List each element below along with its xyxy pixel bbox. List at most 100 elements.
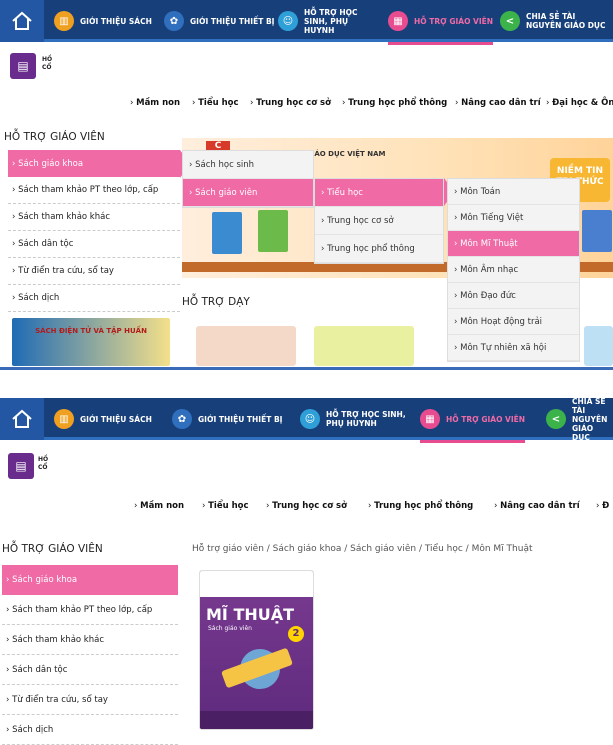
logo-bar: ▤ HỒ CỔ [0, 45, 613, 85]
ad-banner[interactable]: SÁCH ĐIỆN TỬ VÀ TẬP HUẤN [12, 318, 170, 366]
flyout-menu-2: › Tiểu học › Trung học cơ sở › Trung học… [314, 178, 444, 264]
book-cover[interactable]: MĨ THUẬT Sách giáo viên 2 [199, 570, 314, 730]
grade-badge: 2 [288, 626, 304, 642]
level-item[interactable]: › Đ [596, 501, 609, 511]
screenshot-panel-menu: ▥ GIỚI THIỆU SÁCH ✿ GIỚI THIỆU THIẾT BỊ ☺ H… [0, 0, 613, 370]
nav-gioi-thieu-sach[interactable]: ▥ GIỚI THIỆU SÁCH [54, 0, 152, 42]
nav-label: HỖ TRỢ HỌC SINH, PHỤ HUYNH [304, 7, 358, 35]
sidebar-item[interactable]: › Sách dịch [2, 715, 178, 745]
breadcrumb[interactable]: Hỗ trợ giáo viên / Sách giáo khoa / Sách… [192, 544, 532, 554]
sidebar-item[interactable]: › Sách dân tộc [2, 655, 178, 685]
home-icon [12, 409, 32, 428]
publisher-logo[interactable]: ▤ [10, 53, 36, 79]
level-item[interactable]: › Trung học cơ sở [250, 98, 331, 108]
level-item[interactable]: › Nâng cao dân trí [494, 501, 580, 511]
level-item[interactable]: › Mầm non [130, 98, 180, 108]
logo-text: HỒ CỔ [38, 456, 49, 471]
publisher-logo[interactable]: ▤ [8, 453, 34, 479]
flyout-item[interactable]: › Môn Mĩ Thuật [448, 231, 579, 257]
sidebar-menu: › Sách giáo khoa › Sách tham khảo PT the… [8, 150, 180, 312]
nav-ho-tro-hoc-sinh[interactable]: ☺ HỖ TRỢ HỌC SINH, PHỤ HUYNH [278, 0, 378, 42]
sidebar-title: HỖ TRỢ GIÁO VIÊN [4, 131, 105, 143]
level-item[interactable]: › Nâng cao dân trí [455, 98, 541, 108]
sidebar-item[interactable]: › Sách giáo khoa [2, 565, 178, 595]
nav-label: HỖ TRỢ HỌC SINH, PHỤ HUYNH [326, 410, 406, 428]
nav-ho-tro-giao-vien[interactable]: ▦ HỖ TRỢ GIÁO VIÊN [388, 0, 494, 45]
flyout-menu-3: › Môn Toán › Môn Tiếng Việt › Môn Mĩ Thu… [447, 178, 580, 362]
cover-header [200, 571, 313, 597]
flyout-item[interactable]: › Môn Tự nhiên xã hội [448, 335, 579, 361]
book-subtitle: Sách giáo viên [208, 625, 252, 632]
sidebar-item[interactable]: › Sách tham khảo khác [2, 625, 178, 655]
book-title: MĨ THUẬT [206, 605, 295, 624]
teacher-icon: ▦ [388, 11, 408, 31]
family-icon: ☺ [278, 11, 298, 31]
sidebar-item[interactable]: › Sách giáo khoa [8, 150, 180, 177]
content-thumbnail[interactable] [314, 326, 414, 366]
teacher-icon: ▦ [420, 409, 440, 429]
nav-ho-tro-hoc-sinh[interactable]: ☺ HỖ TRỢ HỌC SINH, PHỤ HUYNH [300, 398, 410, 440]
section-title: HỖ TRỢ DẠY [182, 296, 250, 308]
ad-text: SÁCH ĐIỆN TỬ VÀ TẬP HUẤN [35, 327, 147, 335]
nav-chia-se-tai-nguyen[interactable]: < CHIA SẺ TÀI NGUYÊN GIÁO DỤC [546, 398, 613, 442]
content-thumbnail[interactable] [196, 326, 296, 366]
home-icon [12, 11, 32, 30]
flyout-item[interactable]: › Trung học phổ thông [315, 235, 443, 263]
flyout-menu-1: › Sách học sinh › Sách giáo viên [182, 150, 314, 208]
nav-gioi-thieu-thiet-bi[interactable]: ✿ GIỚI THIỆU THIẾT BỊ [164, 0, 274, 42]
sidebar-item[interactable]: › Từ điển tra cứu, sổ tay [8, 258, 180, 285]
cover-footer [200, 711, 313, 729]
level-item[interactable]: › Mầm non [134, 501, 184, 511]
level-item[interactable]: › Đại học & Ôn [546, 98, 613, 108]
home-button[interactable] [0, 398, 44, 440]
nav-label: HỖ TRỢ GIÁO VIÊN [414, 16, 494, 26]
devices-icon: ✿ [164, 11, 184, 31]
book-thumbnail [212, 212, 242, 254]
nav-label: CHIA SẺ TÀI NGUYÊN GIÁO DỤC [526, 12, 606, 30]
flyout-item[interactable]: › Sách giáo viên [183, 179, 313, 207]
flyout-item[interactable]: › Sách học sinh [183, 151, 313, 179]
level-item[interactable]: › Trung học phổ thông [368, 501, 473, 511]
level-menu: › Mầm non › Tiểu học › Trung học cơ sở ›… [0, 94, 613, 114]
home-button[interactable] [0, 0, 44, 42]
level-item[interactable]: › Tiểu học [192, 98, 239, 108]
book-thumbnail [582, 210, 612, 252]
content-thumbnail[interactable] [584, 326, 613, 366]
level-item[interactable]: › Tiểu học [202, 501, 249, 511]
family-icon: ☺ [300, 409, 320, 429]
nav-label: HỖ TRỢ GIÁO VIÊN [446, 414, 526, 424]
nav-label: GIỚI THIỆU SÁCH [80, 16, 152, 26]
devices-icon: ✿ [172, 409, 192, 429]
share-icon: < [546, 409, 566, 429]
flyout-item[interactable]: › Môn Hoạt động trải [448, 309, 579, 335]
books-icon: ▥ [54, 409, 74, 429]
flyout-item[interactable]: › Môn Toán [448, 179, 579, 205]
nav-label: CHIA SẺ TÀI NGUYÊN GIÁO DỤC [572, 398, 608, 442]
sidebar-item[interactable]: › Sách tham khảo PT theo lớp, cấp [8, 177, 180, 204]
sidebar-item[interactable]: › Sách tham khảo PT theo lớp, cấp [2, 595, 178, 625]
book-thumbnail [258, 210, 288, 252]
flyout-item[interactable]: › Môn Đạo đức [448, 283, 579, 309]
flyout-item[interactable]: › Tiểu học [315, 179, 443, 207]
logo-bar: ▤ HỒ CỔ [0, 443, 613, 483]
nav-gioi-thieu-sach[interactable]: ▥ GIỚI THIỆU SÁCH [54, 398, 152, 440]
flyout-item[interactable]: › Môn Tiếng Việt [448, 205, 579, 231]
nav-ho-tro-giao-vien[interactable]: ▦ HỖ TRỢ GIÁO VIÊN [420, 398, 526, 443]
flyout-item[interactable]: › Trung học cơ sở [315, 207, 443, 235]
nav-label: GIỚI THIỆU SÁCH [80, 414, 152, 424]
separator [0, 370, 613, 398]
logo-text: HỒ CỔ [42, 56, 53, 71]
sidebar-title: HỖ TRỢ GIÁO VIÊN [2, 543, 103, 555]
sidebar-item[interactable]: › Sách dịch [8, 285, 180, 312]
sidebar-item[interactable]: › Sách dân tộc [8, 231, 180, 258]
nav-chia-se-tai-nguyen[interactable]: < CHIA SẺ TÀI NGUYÊN GIÁO DỤC [500, 0, 613, 42]
sidebar-item[interactable]: › Từ điển tra cứu, sổ tay [2, 685, 178, 715]
level-item[interactable]: › Trung học cơ sở [266, 501, 347, 511]
sidebar-item[interactable]: › Sách tham khảo khác [8, 204, 180, 231]
share-icon: < [500, 11, 520, 31]
sidebar-menu: › Sách giáo khoa › Sách tham khảo PT the… [2, 565, 178, 745]
flyout-item[interactable]: › Môn Âm nhạc [448, 257, 579, 283]
level-item[interactable]: › Trung học phổ thông [342, 98, 447, 108]
level-menu: › Mầm non › Tiểu học › Trung học cơ sở ›… [0, 497, 613, 517]
nav-gioi-thieu-thiet-bi[interactable]: ✿ GIỚI THIỆU THIẾT BỊ [172, 398, 282, 440]
